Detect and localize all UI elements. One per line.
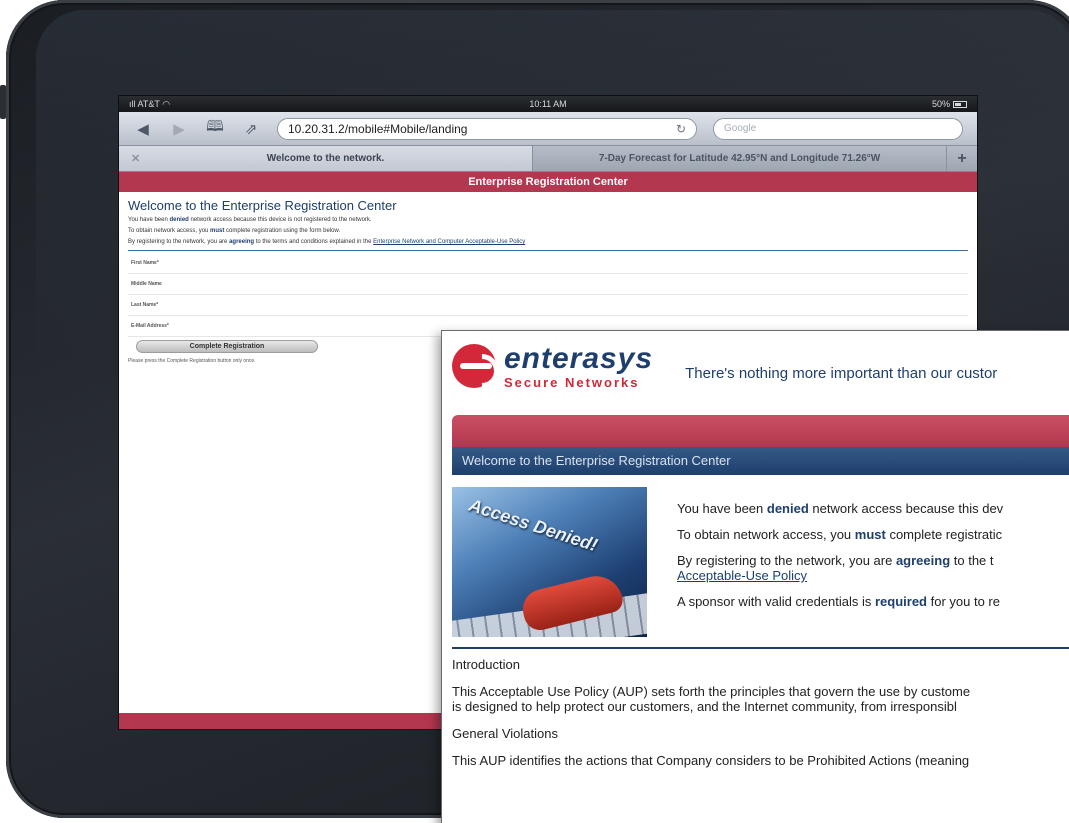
access-denied-image: Access Denied! (452, 487, 647, 637)
tab-label: Welcome to the network. (266, 153, 385, 164)
text-bold: required (874, 594, 927, 609)
brand-name: enterasys (504, 341, 654, 375)
aup-intro-heading: Introduction (452, 657, 520, 672)
sponsor-paragraph: A sponsor with valid credentials is requ… (677, 594, 1003, 609)
battery-status: 50% (932, 99, 967, 109)
aup-gv-text: This AUP identifies the actions that Com… (452, 753, 970, 768)
aup-gv-heading: General Violations (452, 726, 558, 741)
text: You have been (128, 217, 170, 223)
text: is designed to help protect our customer… (452, 699, 957, 714)
carrier-name: AT&T (137, 98, 160, 109)
text: for you to re (927, 594, 1000, 609)
brand-header: enterasys Secure Networks There's nothin… (442, 331, 1069, 401)
text-bold: agreeing (229, 239, 255, 245)
text: This Acceptable Use Policy (AUP) sets fo… (452, 684, 971, 699)
red-banner (452, 415, 1069, 447)
portal-messages: You have been denied network access beca… (647, 487, 1003, 637)
text-bold: must (210, 228, 225, 234)
complete-registration-button[interactable]: Complete Registration (136, 340, 318, 353)
text-bold: denied (766, 501, 809, 516)
aup-link[interactable]: Enterprise Network and Computer Acceptab… (373, 239, 525, 245)
text: network access because this dev (808, 501, 1004, 516)
aup-intro-text: This Acceptable Use Policy (AUP) sets fo… (452, 684, 1069, 714)
must-paragraph: To obtain network access, you must compl… (677, 527, 1003, 542)
denied-paragraph: You have been denied network access beca… (677, 501, 1003, 516)
text-bold: denied (169, 217, 189, 223)
brand-logo: enterasys Secure Networks (504, 341, 654, 390)
carrier-label: ıll AT&T ◠ (129, 99, 170, 110)
tab-label: 7-Day Forecast for Latitude 42.95°N and … (598, 153, 881, 164)
must-register-message: To obtain network access, you must compl… (128, 228, 968, 234)
reload-icon[interactable]: ↻ (676, 122, 686, 136)
brand-subtitle: Secure Networks (504, 374, 640, 390)
text-bold: agreeing (895, 553, 951, 568)
tab-forecast[interactable]: 7-Day Forecast for Latitude 42.95°N and … (533, 146, 948, 171)
aup-link[interactable]: Acceptable-Use Policy (677, 568, 807, 583)
image-caption: Access Denied! (466, 494, 601, 556)
text: You have been (677, 501, 767, 516)
last-name-field[interactable]: Last Name* (128, 295, 968, 316)
tab-bar: ✕ Welcome to the network. 7-Day Forecast… (119, 146, 977, 172)
enterasys-logo-icon (452, 344, 496, 388)
forward-arrow-icon[interactable]: ▶ (169, 120, 189, 138)
photo-stage: ıll AT&T ◠ 10:11 AM 50% ◀ ▶ 🕮 ⇗ 10.20.31… (0, 0, 1069, 823)
middle-name-field[interactable]: Middle Name (128, 274, 968, 295)
text: A sponsor with valid credentials is (677, 594, 875, 609)
search-placeholder: Google (724, 123, 757, 134)
page-header: Enterprise Registration Center (119, 172, 977, 192)
battery-icon (953, 101, 967, 109)
text: To obtain network access, you (128, 228, 211, 234)
browser-toolbar: ◀ ▶ 🕮 ⇗ 10.20.31.2/mobile#Mobile/landing… (119, 112, 977, 146)
portal-body: Access Denied! You have been denied netw… (452, 487, 1069, 637)
text: network access because this device is no… (188, 217, 372, 223)
wifi-icon: ◠ (162, 98, 171, 109)
battery-percent: 50% (931, 99, 950, 109)
enterasys-portal-window: enterasys Secure Networks There's nothin… (441, 330, 1069, 823)
ipad-side-button (0, 85, 6, 119)
tagline: There's nothing more important than our … (685, 364, 998, 382)
text: to the terms and conditions explained in… (254, 239, 374, 245)
signal-icon: ıll (129, 98, 138, 109)
aup-section: Introduction This Acceptable Use Policy … (452, 647, 1069, 768)
text: to the t (950, 553, 994, 568)
denied-message: You have been denied network access beca… (128, 217, 968, 223)
first-name-field[interactable]: First Name* (128, 253, 968, 274)
tab-welcome[interactable]: ✕ Welcome to the network. (119, 146, 534, 171)
url-text: 10.20.31.2/mobile#Mobile/landing (288, 121, 468, 136)
text: By registering to the network, you are (677, 553, 896, 568)
divider (128, 250, 968, 251)
address-bar[interactable]: 10.20.31.2/mobile#Mobile/landing ↻ (277, 117, 697, 140)
status-time: 10:11 AM (529, 99, 567, 109)
welcome-banner: Welcome to the Enterprise Registration C… (452, 447, 1069, 475)
new-tab-icon[interactable]: + (947, 146, 977, 171)
search-field[interactable]: Google (713, 117, 963, 140)
agreeing-paragraph: By registering to the network, you are a… (677, 553, 1003, 583)
text: complete registration using the form bel… (224, 228, 341, 234)
page-title: Welcome to the Enterprise Registration C… (128, 198, 397, 213)
share-icon[interactable]: ⇗ (241, 120, 261, 138)
bookmarks-icon[interactable]: 🕮 (205, 116, 225, 141)
text: To obtain network access, you (677, 527, 855, 542)
close-tab-icon[interactable]: ✕ (131, 152, 140, 165)
text: complete registratic (885, 527, 1003, 542)
status-bar: ıll AT&T ◠ 10:11 AM 50% (119, 96, 977, 112)
back-arrow-icon[interactable]: ◀ (133, 120, 153, 138)
text: By registering to the network, you are (128, 239, 230, 245)
agreement-message: By registering to the network, you are a… (128, 239, 968, 245)
text-bold: must (854, 527, 886, 542)
